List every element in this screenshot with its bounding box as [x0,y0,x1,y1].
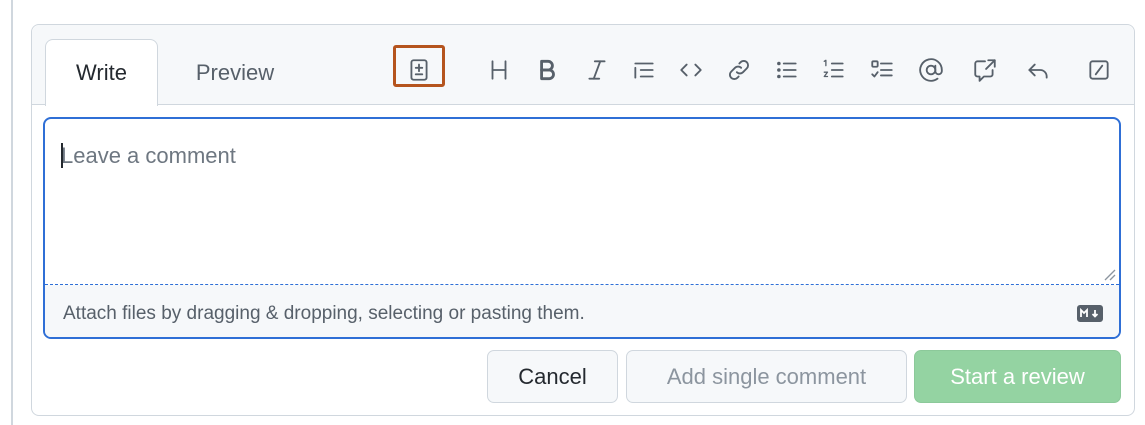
review-comment-box: Write Preview Leave a comment Attach fil… [31,24,1135,416]
resize-grip-icon[interactable] [1102,267,1116,281]
reply-button[interactable] [1021,55,1055,89]
link-button[interactable] [722,55,756,89]
mention-button[interactable] [914,55,948,89]
attach-files-bar[interactable]: Attach files by dragging & dropping, sel… [45,285,1119,337]
link-icon [726,57,752,88]
bold-icon [534,57,560,88]
text-caret [61,143,63,168]
code-button[interactable] [674,55,708,89]
cancel-button[interactable]: Cancel [487,350,618,403]
slash-command-icon [1086,57,1112,88]
slash-command-button[interactable] [1082,55,1116,89]
italic-icon [584,57,610,88]
heading-button[interactable] [482,55,516,89]
attach-files-hint[interactable]: Attach files by dragging & dropping, sel… [63,303,585,325]
bulleted-list-icon [774,57,800,88]
code-icon [678,57,704,88]
insert-suggestion-icon [406,57,432,88]
timeline-rule [11,0,13,425]
tab-preview[interactable]: Preview [172,39,298,106]
comment-placeholder: Leave a comment [61,143,236,168]
cross-reference-icon [972,57,998,88]
task-list-button[interactable] [865,55,899,89]
task-list-icon [869,57,895,88]
comment-textarea[interactable]: Leave a comment [45,119,1119,285]
numbered-list-icon [821,57,847,88]
tab-write[interactable]: Write [45,39,158,106]
bold-button[interactable] [530,55,564,89]
italic-button[interactable] [580,55,614,89]
comment-editor: Leave a comment Attach files by dragging… [43,117,1121,339]
numbered-list-button[interactable] [817,55,851,89]
comment-header: Write Preview [32,25,1134,106]
quote-icon [631,57,657,88]
add-single-comment-button[interactable]: Add single comment [626,350,907,403]
reply-icon [1025,57,1051,88]
quote-button[interactable] [627,55,661,89]
mention-icon [918,57,944,88]
start-review-button[interactable]: Start a review [914,350,1121,403]
cross-reference-button[interactable] [968,55,1002,89]
bulleted-list-button[interactable] [770,55,804,89]
insert-suggestion-button[interactable] [402,55,436,89]
markdown-icon [1077,305,1103,322]
heading-icon [486,57,512,88]
